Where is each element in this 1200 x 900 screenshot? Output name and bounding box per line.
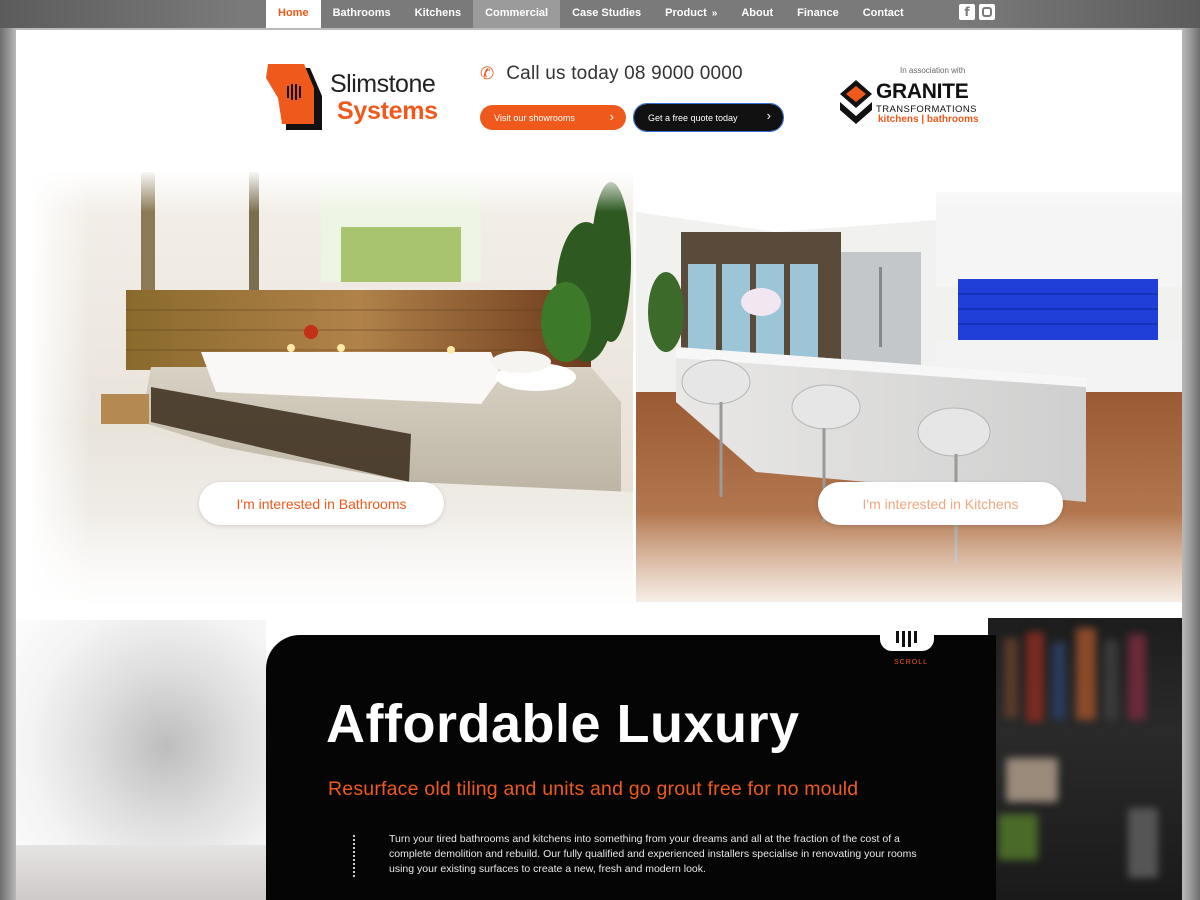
chevron-right-icon: › [609, 109, 614, 124]
feature-panel: SCROLL Affordable Luxury Resurface old t… [266, 627, 996, 900]
chevron-down-icon: » [711, 8, 718, 19]
phone-text: Call us today 08 9000 0000 [506, 63, 743, 84]
facebook-icon[interactable]: f [959, 4, 975, 20]
nav-case-studies[interactable]: Case Studies [560, 0, 653, 28]
granite-logo-icon [840, 80, 872, 124]
phone-icon: ✆ [480, 64, 495, 84]
page-content: Slimstone Systems ✆ Call us today 08 900… [16, 30, 1182, 900]
nav-product-label: Product [665, 7, 707, 19]
logo-name-line2: Systems [337, 97, 438, 125]
phone-contact[interactable]: ✆ Call us today 08 9000 0000 [480, 63, 743, 85]
free-quote-button[interactable]: Get a free quote today › [633, 103, 784, 132]
chevron-right-icon: › [766, 108, 771, 123]
image-fade [31, 512, 633, 602]
visit-showrooms-button[interactable]: Visit our showrooms › [480, 105, 626, 130]
blurred-photo-left [16, 620, 266, 900]
site-logo[interactable]: Slimstone Systems [266, 64, 456, 134]
nav-contact[interactable]: Contact [851, 0, 916, 28]
social-links: f [959, 4, 995, 20]
quote-divider [353, 835, 355, 877]
nav-commercial[interactable]: Commercial [473, 0, 561, 28]
feature-subtitle: Resurface old tiling and units and go gr… [328, 778, 859, 800]
blurred-photo-right [988, 618, 1182, 900]
logo-name-line1: Slimstone [330, 70, 436, 98]
granite-transformations-logo[interactable]: In association with GRANITE TRANSFORMATI… [840, 66, 1000, 136]
nav-about[interactable]: About [729, 0, 785, 28]
nav-bathrooms[interactable]: Bathrooms [321, 0, 403, 28]
nav-home[interactable]: Home [266, 0, 321, 28]
image-fade [636, 512, 1182, 602]
assoc-tag: kitchens | bathrooms [878, 114, 979, 125]
nav-menu: Home Bathrooms Kitchens Commercial Case … [266, 0, 916, 28]
instagram-icon[interactable] [979, 4, 995, 20]
bathroom-hero-image[interactable] [31, 172, 633, 602]
kitchens-interest-button[interactable]: I'm interested in Kitchens [818, 482, 1063, 525]
nav-kitchens[interactable]: Kitchens [403, 0, 473, 28]
bathrooms-interest-button[interactable]: I'm interested in Bathrooms [199, 482, 444, 525]
scroll-label: SCROLL [894, 659, 929, 666]
assoc-brand: GRANITE [876, 80, 969, 103]
nav-product[interactable]: Product » [653, 0, 729, 28]
slimstone-logo-icon [266, 64, 322, 130]
feature-title: Affordable Luxury [326, 694, 800, 754]
kitchen-hero-image[interactable] [636, 172, 1182, 602]
top-navigation: Home Bathrooms Kitchens Commercial Case … [0, 0, 1200, 28]
visit-showrooms-label: Visit our showrooms [494, 112, 575, 123]
nav-finance[interactable]: Finance [785, 0, 851, 28]
feature-body: Turn your tired bathrooms and kitchens i… [389, 833, 917, 875]
free-quote-label: Get a free quote today [648, 112, 738, 123]
image-fade [31, 172, 633, 212]
image-fade [636, 172, 1182, 212]
assoc-caption: In association with [900, 66, 966, 75]
